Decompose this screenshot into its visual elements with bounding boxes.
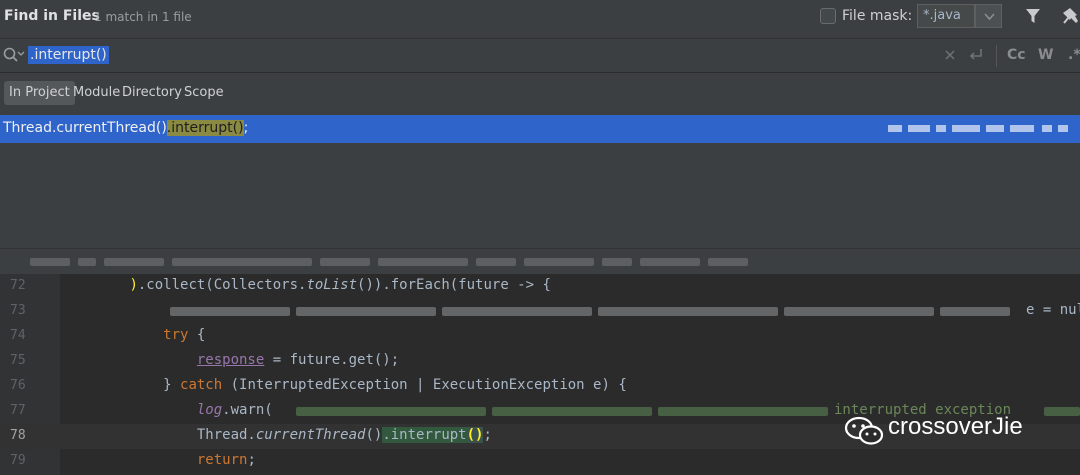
code-text: return; (196, 452, 256, 468)
code-line: 79 return; (0, 449, 1080, 474)
match-case-icon[interactable]: Cc (1007, 47, 1026, 63)
results-list-empty-area (0, 143, 1080, 248)
result-match: .interrupt() (166, 120, 244, 136)
code-text: } catch (InterruptedException | Executio… (62, 377, 627, 393)
result-suffix: ; (243, 120, 249, 136)
code-text: try { (163, 327, 206, 343)
chevron-down-icon (984, 13, 995, 21)
preview-file-path-redacted (0, 248, 1080, 275)
search-input[interactable]: .interrupt() (28, 46, 109, 64)
file-mask-dropdown[interactable] (975, 4, 1002, 28)
filter-icon[interactable] (1024, 7, 1042, 25)
line-number: 73 (10, 303, 26, 318)
file-mask-input[interactable]: *.java (917, 4, 975, 28)
dialog-title: Find in Files (4, 8, 100, 24)
whole-words-icon[interactable]: W (1038, 47, 1053, 63)
code-line: 74 try { (0, 324, 1080, 349)
code-line: 75 response = future.get(); (0, 349, 1080, 374)
code-text: Thread.currentThread().interrupt(); (62, 427, 492, 443)
search-bar: .interrupt() Cc W .* (0, 39, 1080, 73)
toolbar-separator (996, 45, 997, 67)
result-row[interactable]: Thread.currentThread().interrupt(); (0, 115, 1080, 143)
code-tail: e = null (1026, 302, 1080, 318)
line-number: 75 (10, 353, 26, 368)
watermark-text: crossoverJie (888, 413, 1023, 440)
code-text: response = future.get(); (196, 352, 400, 368)
tab-directory[interactable]: Directory (117, 81, 187, 105)
scope-tabs: In Project Module Directory Scope (0, 73, 1080, 115)
find-header: Find in Files 1 match in 1 file File mas… (0, 0, 1080, 39)
match-summary: 1 match in 1 file (94, 10, 192, 24)
pin-icon[interactable] (1062, 6, 1080, 26)
line-number: 76 (10, 378, 26, 393)
code-text: ).collect(Collectors.toList()).forEach(f… (129, 277, 551, 293)
result-line: Thread.currentThread().interrupt(); (3, 120, 248, 136)
code-text: log.warn( (196, 402, 273, 418)
code-line: 73 e = null (0, 299, 1080, 324)
line-number: 74 (10, 328, 26, 343)
close-icon[interactable] (944, 49, 956, 61)
regex-icon[interactable]: .* (1068, 47, 1080, 63)
code-line: 76 } catch (InterruptedException | Execu… (0, 374, 1080, 399)
result-prefix: Thread.currentThread() (3, 120, 167, 136)
code-line: 72 ).collect(Collectors.toList()).forEac… (0, 274, 1080, 299)
line-number: 78 (10, 428, 26, 443)
wechat-logo-icon (844, 416, 884, 445)
result-file-path-redacted (888, 125, 1078, 133)
line-number: 79 (10, 453, 26, 468)
tab-in-project[interactable]: In Project (4, 81, 75, 105)
new-line-icon[interactable] (968, 48, 984, 62)
line-number: 77 (10, 403, 26, 418)
tab-scope[interactable]: Scope (179, 81, 229, 105)
file-mask-checkbox[interactable] (820, 8, 836, 24)
file-mask-label[interactable]: File mask: (842, 8, 912, 24)
code-preview[interactable]: 72 ).collect(Collectors.toList()).forEac… (0, 274, 1080, 475)
search-icon[interactable] (3, 47, 25, 63)
line-number: 72 (10, 278, 26, 293)
